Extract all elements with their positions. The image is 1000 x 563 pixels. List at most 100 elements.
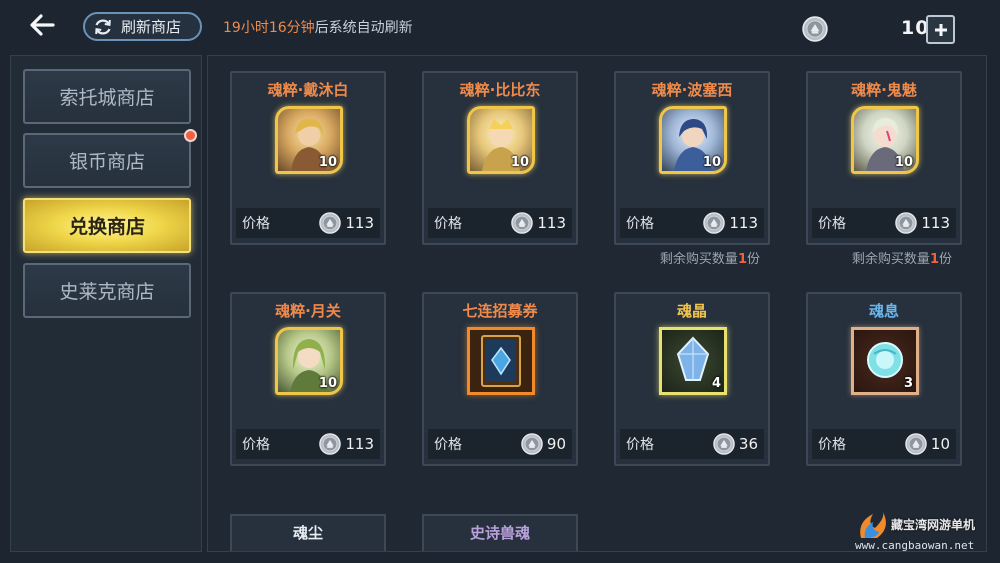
price-label: 价格: [242, 437, 270, 453]
price-value: 113: [345, 214, 374, 232]
price-value: 113: [921, 214, 950, 232]
add-currency-button[interactable]: [926, 15, 955, 44]
watermark-url: www.cangbaowan.net: [855, 539, 975, 552]
silver-coin-icon: [802, 16, 828, 42]
silver-coin-icon: [905, 433, 927, 455]
tab-label: 兑换商店: [68, 216, 145, 238]
price-label: 价格: [626, 437, 654, 453]
hero-soul-icon: 10: [851, 106, 919, 174]
item-name: 魂粹·比比东: [459, 81, 541, 99]
silver-coin-icon: [319, 433, 341, 455]
item-quantity: 10: [702, 155, 721, 170]
refresh-icon: [95, 19, 111, 34]
item-name: 魂粹·戴沐白: [267, 81, 349, 99]
arrow-left-icon: [30, 14, 55, 36]
tab-silver-coin-shop[interactable]: 银币商店: [23, 129, 197, 188]
price-bar: 价格 90: [428, 429, 572, 459]
refresh-label: 刷新商店: [121, 18, 182, 36]
price-bar: 价格 113: [236, 429, 380, 459]
timer-suffix: 后系统自动刷新: [314, 20, 413, 36]
item-name: 魂粹·波塞西: [651, 81, 733, 99]
back-button[interactable]: [24, 8, 60, 42]
price-bar: 价格 10: [812, 429, 956, 459]
price-label: 价格: [626, 216, 654, 232]
notification-badge: [184, 129, 197, 142]
tab-label: 银币商店: [68, 151, 145, 173]
shop-item-grid: 魂粹·戴沐白 10 价格 113 魂粹·比比东 10 价格 113 魂粹·波塞西…: [207, 55, 987, 552]
remaining-purchase-note: 剩余购买数量1份: [600, 248, 760, 267]
remaining-purchase-note: 剩余购买数量1份: [792, 248, 952, 267]
soul-breath-icon: 3: [851, 327, 919, 395]
hero-soul-icon: 10: [659, 106, 727, 174]
price-bar: 价格 113: [812, 208, 956, 238]
silver-coin-icon: [521, 433, 543, 455]
item-quantity: 10: [318, 155, 337, 170]
silver-coin-icon: [703, 212, 725, 234]
shop-sidebar: 索托城商店 银币商店 兑换商店 史莱克商店: [10, 55, 202, 552]
price-label: 价格: [818, 216, 846, 232]
top-bar: 刷新商店 19小时16分钟后系统自动刷新 10: [0, 0, 1000, 52]
shop-item-card[interactable]: 魂息 3 价格 10: [806, 292, 962, 466]
silver-coin-icon: [713, 433, 735, 455]
item-quantity: 10: [318, 376, 337, 391]
shop-item-card[interactable]: 魂粹·月关 10 价格 113: [230, 292, 386, 466]
item-name: 魂粹·月关: [275, 302, 341, 320]
soul-crystal-icon: 4: [659, 327, 727, 395]
price-bar: 价格 36: [620, 429, 764, 459]
price-value: 113: [345, 435, 374, 453]
item-name: 史诗兽魂: [469, 524, 530, 542]
shop-item-card[interactable]: 魂尘: [230, 514, 386, 551]
remain-suffix: 份: [938, 252, 952, 267]
price-value: 10: [930, 435, 950, 453]
tab-label: 索托城商店: [59, 87, 155, 109]
remain-count: 1: [929, 252, 939, 267]
silver-coin-icon: [895, 212, 917, 234]
item-quantity: 4: [711, 376, 721, 391]
shop-item-card[interactable]: 史诗兽魂: [422, 514, 578, 551]
shop-item-card[interactable]: 魂粹·戴沐白 10 价格 113: [230, 71, 386, 245]
shop-item-card[interactable]: 魂粹·比比东 10 价格 113: [422, 71, 578, 245]
hero-soul-icon: 10: [275, 327, 343, 395]
refresh-shop-button[interactable]: 刷新商店: [83, 12, 202, 41]
price-label: 价格: [434, 216, 462, 232]
timer-remaining: 19小时16分钟: [223, 20, 315, 36]
auto-refresh-timer: 19小时16分钟后系统自动刷新: [223, 17, 413, 37]
item-name: 魂息: [868, 302, 899, 320]
hero-soul-icon: 10: [275, 106, 343, 174]
item-name: 魂晶: [676, 302, 707, 320]
hero-soul-icon: 10: [467, 106, 535, 174]
price-value: 113: [537, 214, 566, 232]
remain-prefix: 剩余购买数量: [659, 252, 738, 267]
price-label: 价格: [818, 437, 846, 453]
item-quantity: 10: [510, 155, 529, 170]
price-value: 90: [546, 435, 566, 453]
price-bar: 价格 113: [620, 208, 764, 238]
price-value: 36: [738, 435, 758, 453]
item-name: 七连招募券: [462, 302, 538, 320]
remain-prefix: 剩余购买数量: [851, 252, 930, 267]
remain-count: 1: [737, 252, 747, 267]
item-quantity: 3: [903, 376, 913, 391]
tab-exchange-shop[interactable]: 兑换商店: [23, 198, 191, 253]
price-label: 价格: [242, 216, 270, 232]
tab-label: 史莱克商店: [59, 281, 155, 303]
shop-item-card[interactable]: 七连招募券 价格 90: [422, 292, 578, 466]
watermark-name: 藏宝湾网游单机: [891, 518, 976, 532]
item-quantity: 10: [894, 155, 913, 170]
price-value: 113: [729, 214, 758, 232]
item-name: 魂粹·鬼魅: [851, 81, 917, 99]
shop-item-card[interactable]: 魂粹·波塞西 10 价格 113: [614, 71, 770, 245]
recruit-ticket-icon: [467, 327, 535, 395]
shop-item-card[interactable]: 魂晶 4 价格 36: [614, 292, 770, 466]
tab-sotto-city-shop[interactable]: 索托城商店: [23, 69, 191, 124]
silver-coin-icon: [511, 212, 533, 234]
item-name: 魂尘: [292, 524, 323, 542]
price-bar: 价格 113: [428, 208, 572, 238]
remain-suffix: 份: [746, 252, 760, 267]
shop-item-card[interactable]: 魂粹·鬼魅 10 价格 113: [806, 71, 962, 245]
price-bar: 价格 113: [236, 208, 380, 238]
silver-coin-icon: [319, 212, 341, 234]
plus-icon: [934, 23, 947, 36]
tab-shrek-shop[interactable]: 史莱克商店: [23, 263, 191, 318]
price-label: 价格: [434, 437, 462, 453]
